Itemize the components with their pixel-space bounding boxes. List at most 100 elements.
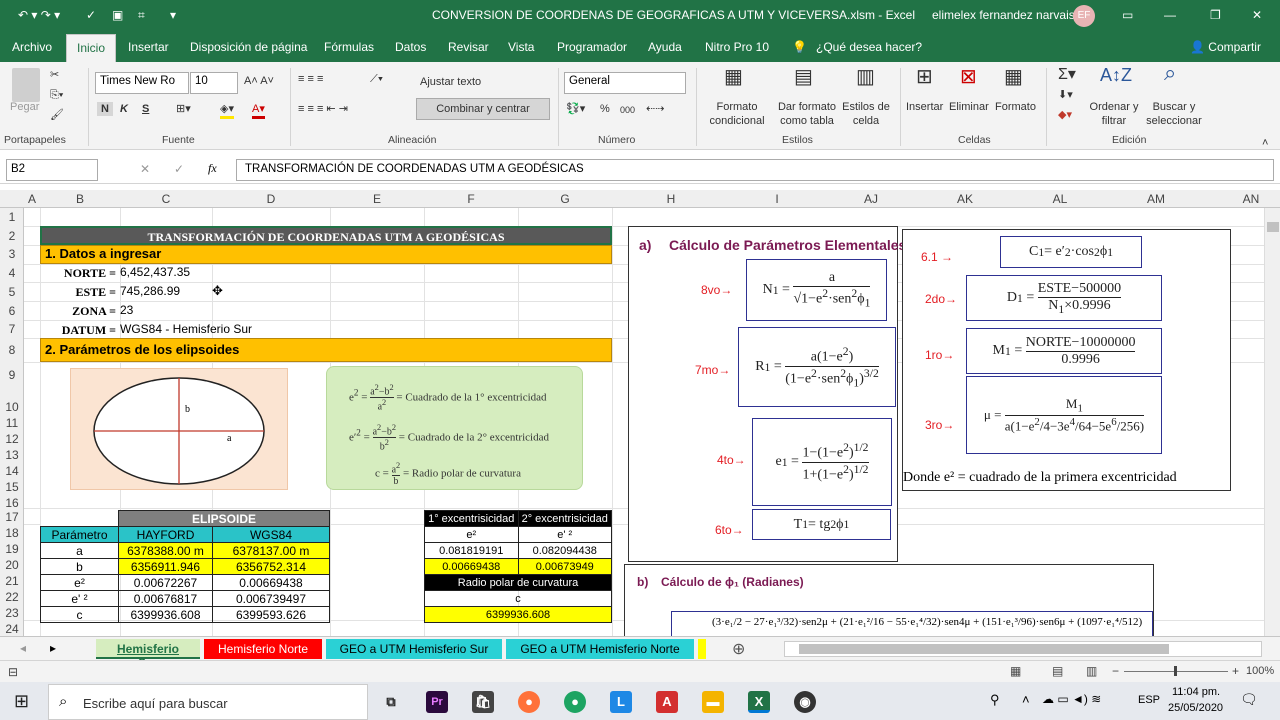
column-header[interactable]: H: [612, 192, 730, 206]
l-app-icon[interactable]: L: [610, 691, 632, 713]
table-cell[interactable]: 0.00673949: [517, 558, 612, 575]
section-2-header[interactable]: 2. Parámetros de los elipsoides: [40, 338, 612, 362]
table-cell[interactable]: 0.082094438: [517, 542, 612, 559]
vertical-scrollbar[interactable]: [1264, 208, 1280, 636]
grow-font-icon[interactable]: A˄ A˅: [244, 74, 274, 88]
row-header[interactable]: 2: [0, 229, 24, 243]
tab-insertar[interactable]: Insertar: [128, 40, 169, 54]
insert-cells-button[interactable]: Insertar: [906, 100, 943, 114]
table-cell[interactable]: 0.006739497: [212, 590, 330, 607]
table-cell[interactable]: 0.00669438: [212, 574, 330, 591]
macro-record-icon[interactable]: ⊟: [8, 665, 18, 679]
row-header[interactable]: 20: [0, 558, 24, 572]
autosum-icon[interactable]: Σ▾: [1058, 67, 1076, 83]
norte-value[interactable]: 6,452,437.35: [120, 265, 190, 279]
delete-cells-icon[interactable]: ⊠: [960, 67, 977, 87]
cancel-icon[interactable]: ✕: [140, 162, 150, 176]
file-explorer-icon[interactable]: ▬: [702, 691, 724, 713]
tab-vista[interactable]: Vista: [508, 40, 534, 54]
table-cell[interactable]: 6399936.608: [424, 606, 612, 623]
column-header[interactable]: AN: [1204, 192, 1280, 206]
row-header[interactable]: 11: [0, 416, 24, 430]
column-header[interactable]: AK: [918, 192, 1012, 206]
row-header[interactable]: 16: [0, 496, 24, 510]
column-header[interactable]: A: [24, 192, 40, 206]
column-header[interactable]: E: [330, 192, 424, 206]
row-header[interactable]: 17: [0, 510, 24, 524]
obs-icon[interactable]: ◉: [794, 691, 816, 713]
column-header[interactable]: F: [424, 192, 518, 206]
bold-button[interactable]: N: [97, 102, 113, 116]
horizontal-scrollbar[interactable]: [784, 641, 1262, 657]
save-icon[interactable]: ▣: [112, 8, 123, 22]
table-cell[interactable]: 6399593.626: [212, 606, 330, 623]
insert-function-icon[interactable]: fx: [208, 161, 217, 176]
table-cell[interactable]: 0.00672267: [118, 574, 213, 591]
sheet-tab-more[interactable]: [698, 639, 706, 659]
clock-date[interactable]: 25/05/2020: [1168, 702, 1223, 714]
next-sheet-icon[interactable]: ▸: [50, 641, 56, 655]
table-cell[interactable]: e²: [424, 526, 519, 543]
collapse-ribbon-icon[interactable]: ˄: [1262, 136, 1268, 150]
format-painter-icon[interactable]: 🖌: [50, 108, 64, 122]
table-cell[interactable]: 0.00669438: [424, 558, 519, 575]
decimal-icon[interactable]: ⇠⇢: [646, 102, 664, 116]
row-header[interactable]: 21: [0, 574, 24, 588]
chrome-icon[interactable]: ●: [564, 691, 586, 713]
column-header[interactable]: AM: [1108, 192, 1204, 206]
wrap-text-button[interactable]: Ajustar texto: [420, 75, 481, 89]
maximize-icon[interactable]: ❐: [1210, 8, 1221, 22]
row-header[interactable]: 9: [0, 368, 24, 382]
tab-disposicion[interactable]: Disposición de página: [190, 40, 307, 54]
orientation-icon[interactable]: ⟋▾: [370, 72, 383, 86]
tab-formulas[interactable]: Fórmulas: [324, 40, 374, 54]
table-cell[interactable]: c: [424, 590, 612, 607]
column-header[interactable]: I: [730, 192, 824, 206]
column-header[interactable]: B: [40, 192, 120, 206]
enter-icon[interactable]: ✓: [174, 162, 184, 176]
scroll-thumb[interactable]: [799, 644, 1169, 654]
table-cell[interactable]: e²: [40, 574, 119, 591]
language-indicator[interactable]: ESP: [1138, 694, 1160, 706]
tray-icons[interactable]: ☁ ▭ ◄) ≋: [1042, 692, 1101, 706]
conditional-format-button[interactable]: Formato condicional: [704, 100, 770, 128]
fill-color-icon[interactable]: ◈▾: [220, 102, 234, 119]
accounting-format-icon[interactable]: 💱▾: [566, 102, 585, 116]
este-value[interactable]: 745,286.99: [120, 284, 180, 298]
table-cell[interactable]: 6399936.608: [118, 606, 213, 623]
ribbon-display-icon[interactable]: ▭: [1122, 8, 1133, 22]
cut-icon[interactable]: ✂: [50, 68, 59, 82]
zona-value[interactable]: 23: [120, 303, 133, 317]
row-header[interactable]: 5: [0, 285, 24, 299]
table-cell[interactable]: e' ²: [40, 590, 119, 607]
table-cell[interactable]: 0.00676817: [118, 590, 213, 607]
clear-icon[interactable]: ◆▾: [1058, 108, 1072, 122]
close-icon[interactable]: ✕: [1252, 8, 1262, 22]
excel-icon[interactable]: X: [748, 691, 770, 713]
zoom-slider-handle[interactable]: [1174, 666, 1177, 676]
zoom-out-icon[interactable]: −: [1112, 664, 1119, 678]
clock-time[interactable]: 11:04 pm.: [1172, 686, 1220, 698]
tab-inicio[interactable]: Inicio: [66, 34, 117, 62]
find-select-icon[interactable]: ⌕: [1164, 62, 1176, 84]
zoom-in-icon[interactable]: +: [1232, 664, 1239, 678]
sheet-tab-geo-utm-sur[interactable]: GEO a UTM Hemisferio Sur: [326, 639, 502, 659]
customize-qat-icon[interactable]: ▾: [170, 8, 176, 22]
row-header[interactable]: 19: [0, 542, 24, 556]
row-header[interactable]: 12: [0, 432, 24, 446]
row-header[interactable]: 1: [0, 210, 24, 224]
notifications-icon[interactable]: 🗨: [1240, 691, 1258, 708]
find-select-button[interactable]: Buscar y seleccionar: [1142, 100, 1206, 128]
underline-button[interactable]: S: [142, 102, 149, 116]
column-header[interactable]: D: [212, 192, 330, 206]
tell-me-search[interactable]: ¿Qué desea hacer?: [816, 40, 922, 54]
cell-styles-button[interactable]: Estilos de celda: [840, 100, 892, 128]
conditional-format-icon[interactable]: ▦: [724, 67, 743, 87]
firefox-icon[interactable]: ●: [518, 691, 540, 713]
user-name[interactable]: elimelex fernandez narvais: [932, 8, 1075, 22]
scroll-thumb[interactable]: [1267, 222, 1279, 232]
font-size-select[interactable]: 10: [190, 72, 238, 94]
tab-nitro[interactable]: Nitro Pro 10: [705, 40, 769, 54]
share-button[interactable]: 👤 Compartir: [1190, 40, 1261, 54]
format-table-icon[interactable]: ▤: [794, 67, 813, 87]
